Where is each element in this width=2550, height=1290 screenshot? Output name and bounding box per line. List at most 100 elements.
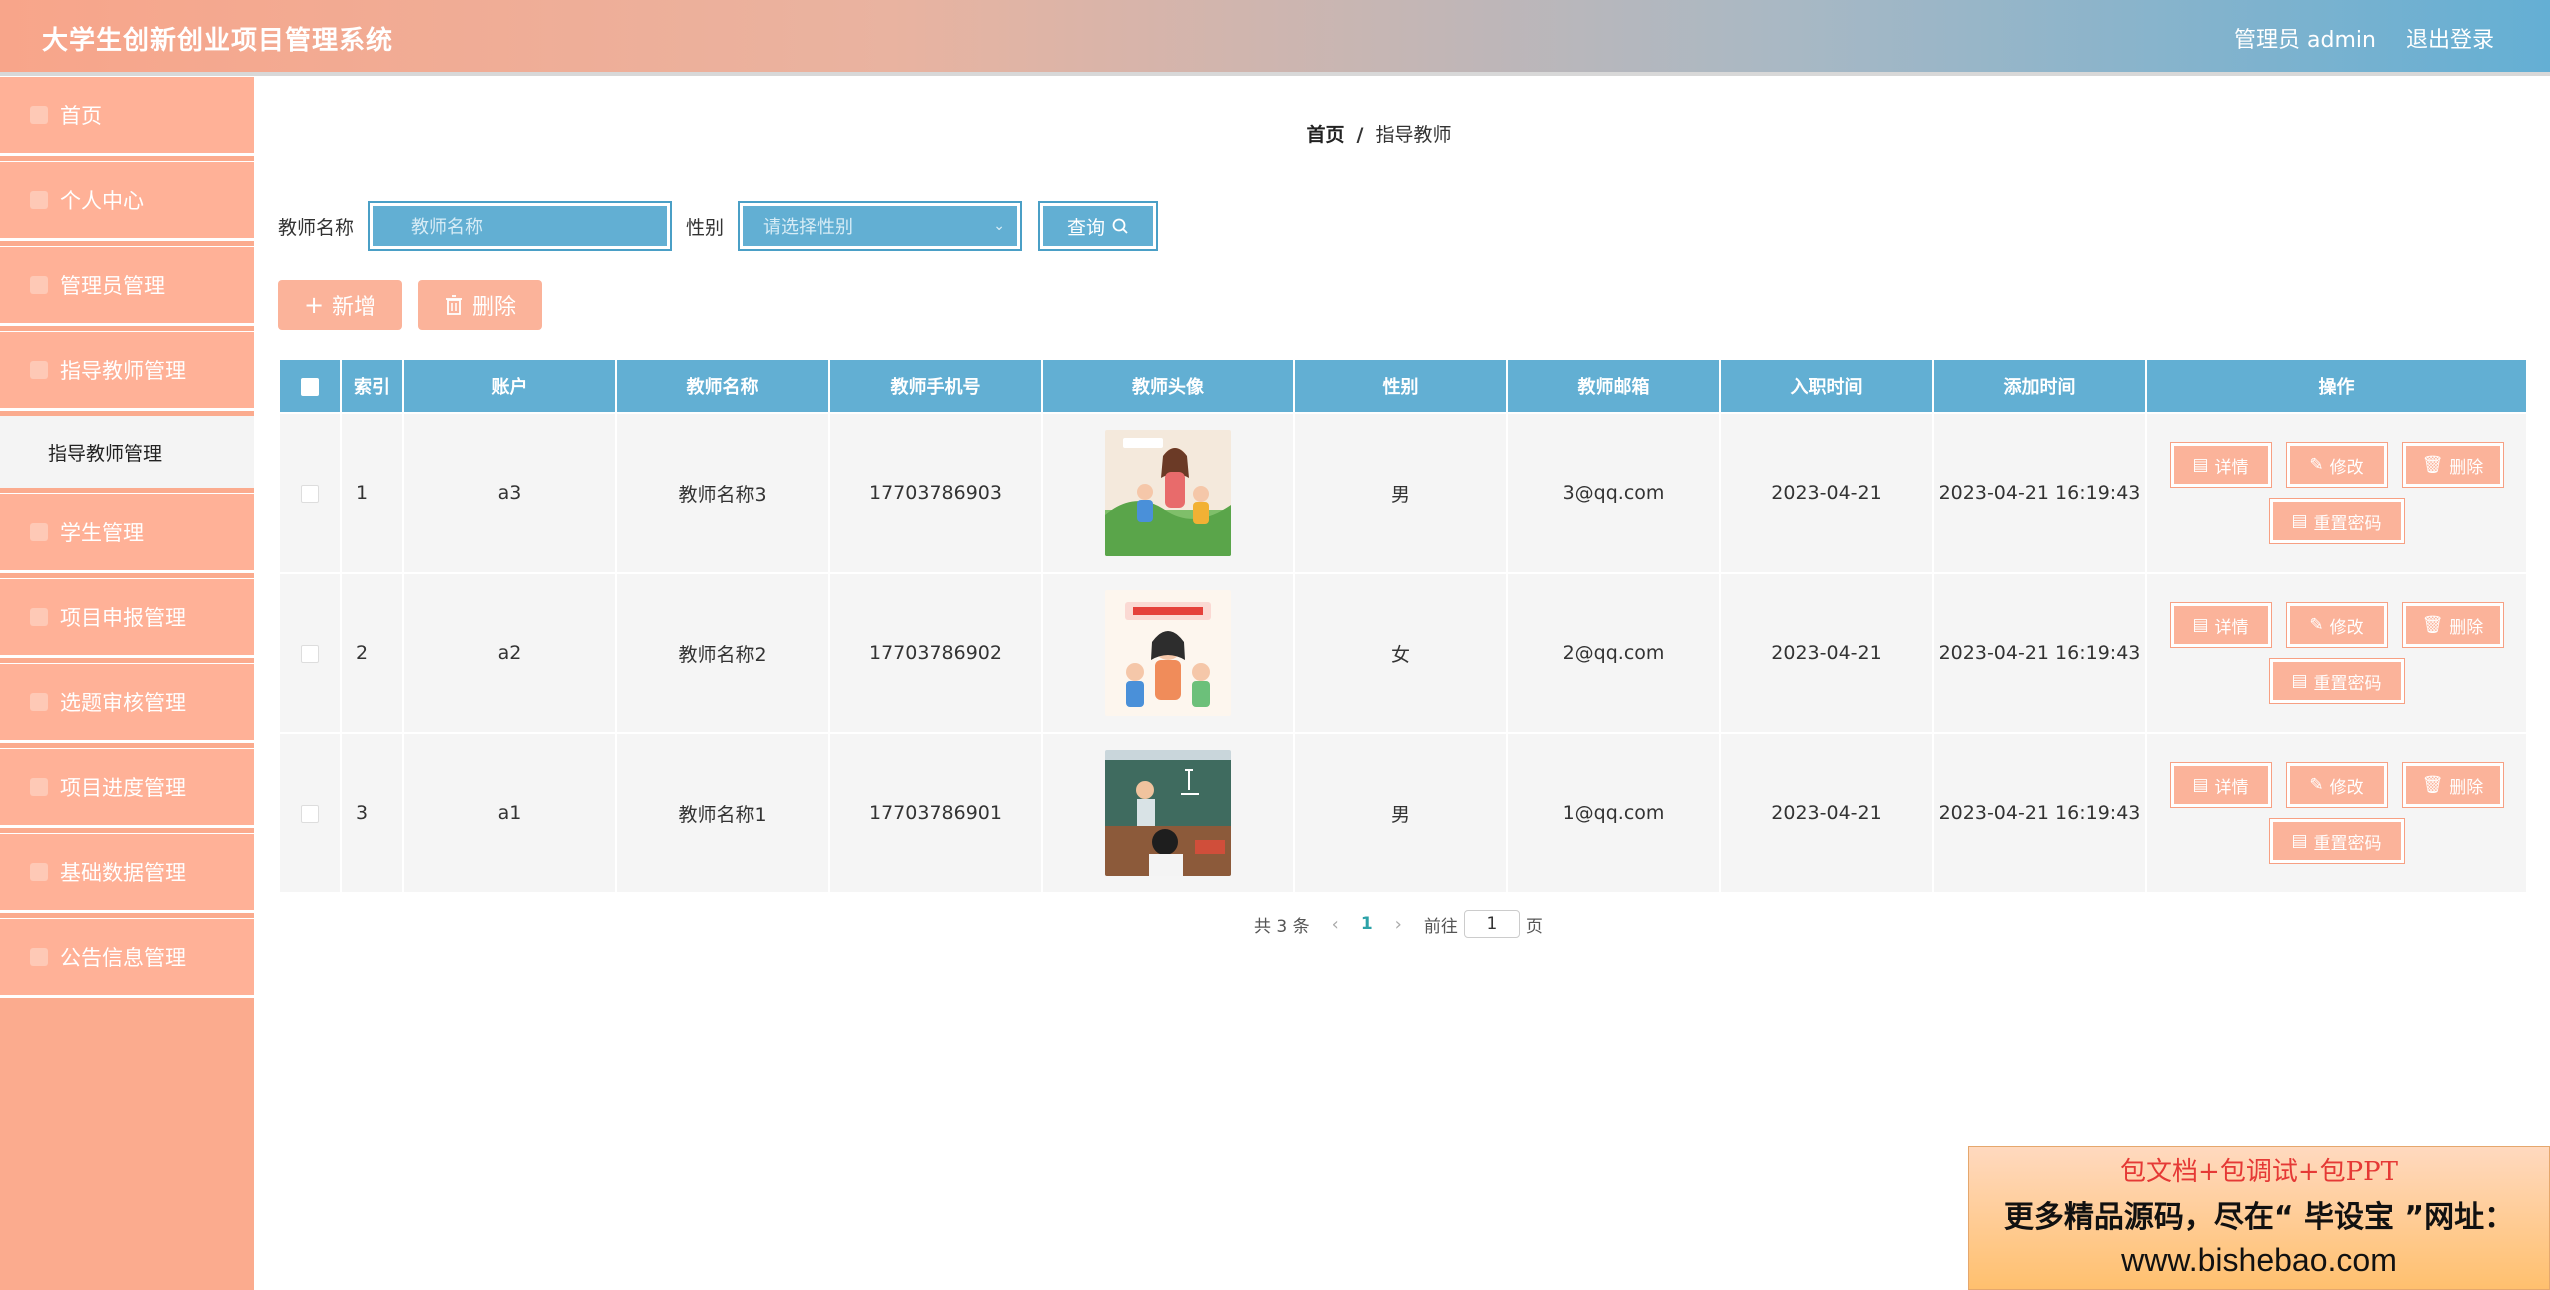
sidebar-item-teachers[interactable]: 指导教师管理	[0, 331, 254, 411]
pagination-total: 共 3 条	[1254, 916, 1310, 937]
app-title: 大学生创新创业项目管理系统	[42, 26, 394, 56]
sidebar-item-label: 学生管理	[60, 521, 144, 545]
reset-password-label: 重置密码	[2313, 513, 2382, 534]
teacher-icon	[30, 361, 48, 379]
detail-label: 详情	[2214, 777, 2249, 798]
table-row: 1 a3 教师名称3 17703786903 男 3@qq.com 2023-0…	[278, 412, 2528, 574]
gender-select-placeholder: 请选择性别	[763, 217, 854, 238]
reset-password-button[interactable]: ▤ 重置密码	[2268, 498, 2405, 544]
sidebar-item-admins[interactable]: 管理员管理	[0, 246, 254, 326]
batch-delete-button[interactable]: 删除	[418, 280, 542, 330]
cell-email: 3@qq.com	[1506, 412, 1721, 574]
pagination-goto-label: 前往	[1423, 916, 1458, 937]
delete-button[interactable]: 🗑 删除	[2401, 762, 2504, 808]
cell-name: 教师名称1	[615, 732, 830, 894]
edit-label: 修改	[2329, 617, 2364, 638]
chevron-left-icon[interactable]: ‹	[1332, 914, 1339, 935]
cell-gender: 男	[1293, 412, 1508, 574]
submenu-item-teachers[interactable]: 指导教师管理	[0, 416, 254, 488]
detail-button[interactable]: ▤ 详情	[2169, 442, 2272, 488]
trash-icon	[445, 295, 462, 315]
row-checkbox[interactable]	[301, 484, 319, 503]
sidebar-item-progress[interactable]: 项目进度管理	[0, 748, 254, 828]
cell-operations: ▤ 详情 ✎ 修改 🗑 删除 ▤ 重置密码	[2145, 412, 2528, 574]
teacher-avatar-image[interactable]	[1105, 430, 1231, 556]
teacher-avatar-image[interactable]	[1105, 750, 1231, 876]
column-header: 性别	[1293, 358, 1508, 414]
cell-name: 教师名称3	[615, 412, 830, 574]
teacher-avatar-image[interactable]	[1105, 590, 1231, 716]
header-user-area: 管理员 admin 退出登录	[2234, 22, 2494, 54]
sidebar-item-students[interactable]: 学生管理	[0, 493, 254, 573]
delete-label: 删除	[2449, 777, 2484, 798]
batch-delete-label: 删除	[471, 295, 516, 320]
table-row: 3 a1 教师名称1 17703786901 男 1@qq.com 2023-0…	[278, 732, 2528, 894]
sidebar-item-label: 个人中心	[60, 189, 144, 213]
pagination-page-unit: 页	[1525, 916, 1543, 937]
reset-password-label: 重置密码	[2313, 673, 2382, 694]
action-bar: + 新增 删除	[278, 280, 542, 330]
column-header: 入职时间	[1719, 358, 1934, 414]
sidebar-item-label: 公告信息管理	[60, 946, 186, 970]
reset-password-button[interactable]: ▤ 重置密码	[2268, 658, 2405, 704]
breadcrumb: 首页 / 指导教师	[254, 120, 2504, 147]
select-all-checkbox[interactable]	[301, 377, 319, 396]
cell-index: 1	[340, 412, 404, 574]
promo-line-3: www.bishebao.com	[2121, 1242, 2397, 1278]
edit-label: 修改	[2329, 457, 2364, 478]
add-button[interactable]: + 新增	[278, 280, 402, 330]
sidebar-item-label: 首页	[60, 104, 102, 128]
pagination-page[interactable]: 1	[1361, 914, 1373, 934]
main-content: 首页 / 指导教师 教师名称 教师名称 性别 请选择性别 ⌄ 查询 + 新增 删除	[254, 80, 2550, 1290]
select-all-cell	[278, 358, 342, 414]
pagination-page-input[interactable]	[1463, 910, 1520, 938]
gender-select[interactable]: 请选择性别 ⌄	[738, 201, 1023, 251]
logout-link[interactable]: 退出登录	[2406, 22, 2494, 54]
delete-button[interactable]: 🗑 删除	[2401, 442, 2504, 488]
sidebar: 首页 个人中心 管理员管理 指导教师管理 指导教师管理 学生管理 项目申报管理 …	[0, 76, 254, 1290]
sidebar-item-label: 选题审核管理	[60, 691, 186, 715]
promo-line-1: 包文档+包调试+包PPT	[2120, 1157, 2398, 1187]
pencil-icon: ✎	[2309, 455, 2324, 475]
edit-button[interactable]: ✎ 修改	[2285, 602, 2388, 648]
row-select-cell	[278, 412, 342, 574]
teacher-table: 索引 账户 教师名称 教师手机号 教师头像 性别 教师邮箱 入职时间 添加时间 …	[278, 358, 2528, 894]
sidebar-item-label: 项目进度管理	[60, 776, 186, 800]
trash-icon: 🗑	[2421, 775, 2444, 795]
sidebar-item-profile[interactable]: 个人中心	[0, 161, 254, 241]
sidebar-item-label: 指导教师管理	[60, 359, 186, 383]
cell-hire-date: 2023-04-21	[1719, 732, 1934, 894]
sidebar-item-project-apply[interactable]: 项目申报管理	[0, 578, 254, 658]
column-header: 账户	[402, 358, 617, 414]
sidebar-item-home[interactable]: 首页	[0, 76, 254, 156]
row-checkbox[interactable]	[301, 804, 319, 823]
gender-label: 性别	[686, 216, 725, 239]
cell-hire-date: 2023-04-21	[1719, 572, 1934, 734]
current-user[interactable]: 管理员 admin	[2234, 22, 2376, 54]
cell-added-time: 2023-04-21 16:19:43	[1932, 412, 2147, 574]
pagination-jump: 前往 页	[1424, 910, 1543, 938]
row-checkbox[interactable]	[301, 644, 319, 663]
plus-icon: +	[303, 291, 325, 319]
cell-account: a1	[402, 732, 617, 894]
reset-password-button[interactable]: ▤ 重置密码	[2268, 818, 2405, 864]
search-bar: 教师名称 教师名称 性别 请选择性别 ⌄ 查询	[278, 201, 1159, 251]
breadcrumb-home[interactable]: 首页	[1307, 124, 1345, 146]
sidebar-item-topic-review[interactable]: 选题审核管理	[0, 663, 254, 743]
cell-avatar	[1041, 412, 1295, 574]
detail-button[interactable]: ▤ 详情	[2169, 762, 2272, 808]
teacher-name-input[interactable]: 教师名称	[368, 201, 673, 251]
sidebar-item-label: 管理员管理	[60, 274, 165, 298]
edit-button[interactable]: ✎ 修改	[2285, 442, 2388, 488]
cell-phone: 17703786901	[828, 732, 1043, 894]
query-button[interactable]: 查询	[1038, 201, 1159, 251]
edit-button[interactable]: ✎ 修改	[2285, 762, 2388, 808]
sidebar-item-label: 项目申报管理	[60, 606, 186, 630]
detail-button[interactable]: ▤ 详情	[2169, 602, 2272, 648]
column-header: 教师手机号	[828, 358, 1043, 414]
sidebar-item-basic-data[interactable]: 基础数据管理	[0, 833, 254, 913]
trash-icon: 🗑	[2421, 455, 2444, 475]
delete-button[interactable]: 🗑 删除	[2401, 602, 2504, 648]
chevron-right-icon[interactable]: ›	[1395, 914, 1402, 935]
sidebar-item-notices[interactable]: 公告信息管理	[0, 918, 254, 998]
